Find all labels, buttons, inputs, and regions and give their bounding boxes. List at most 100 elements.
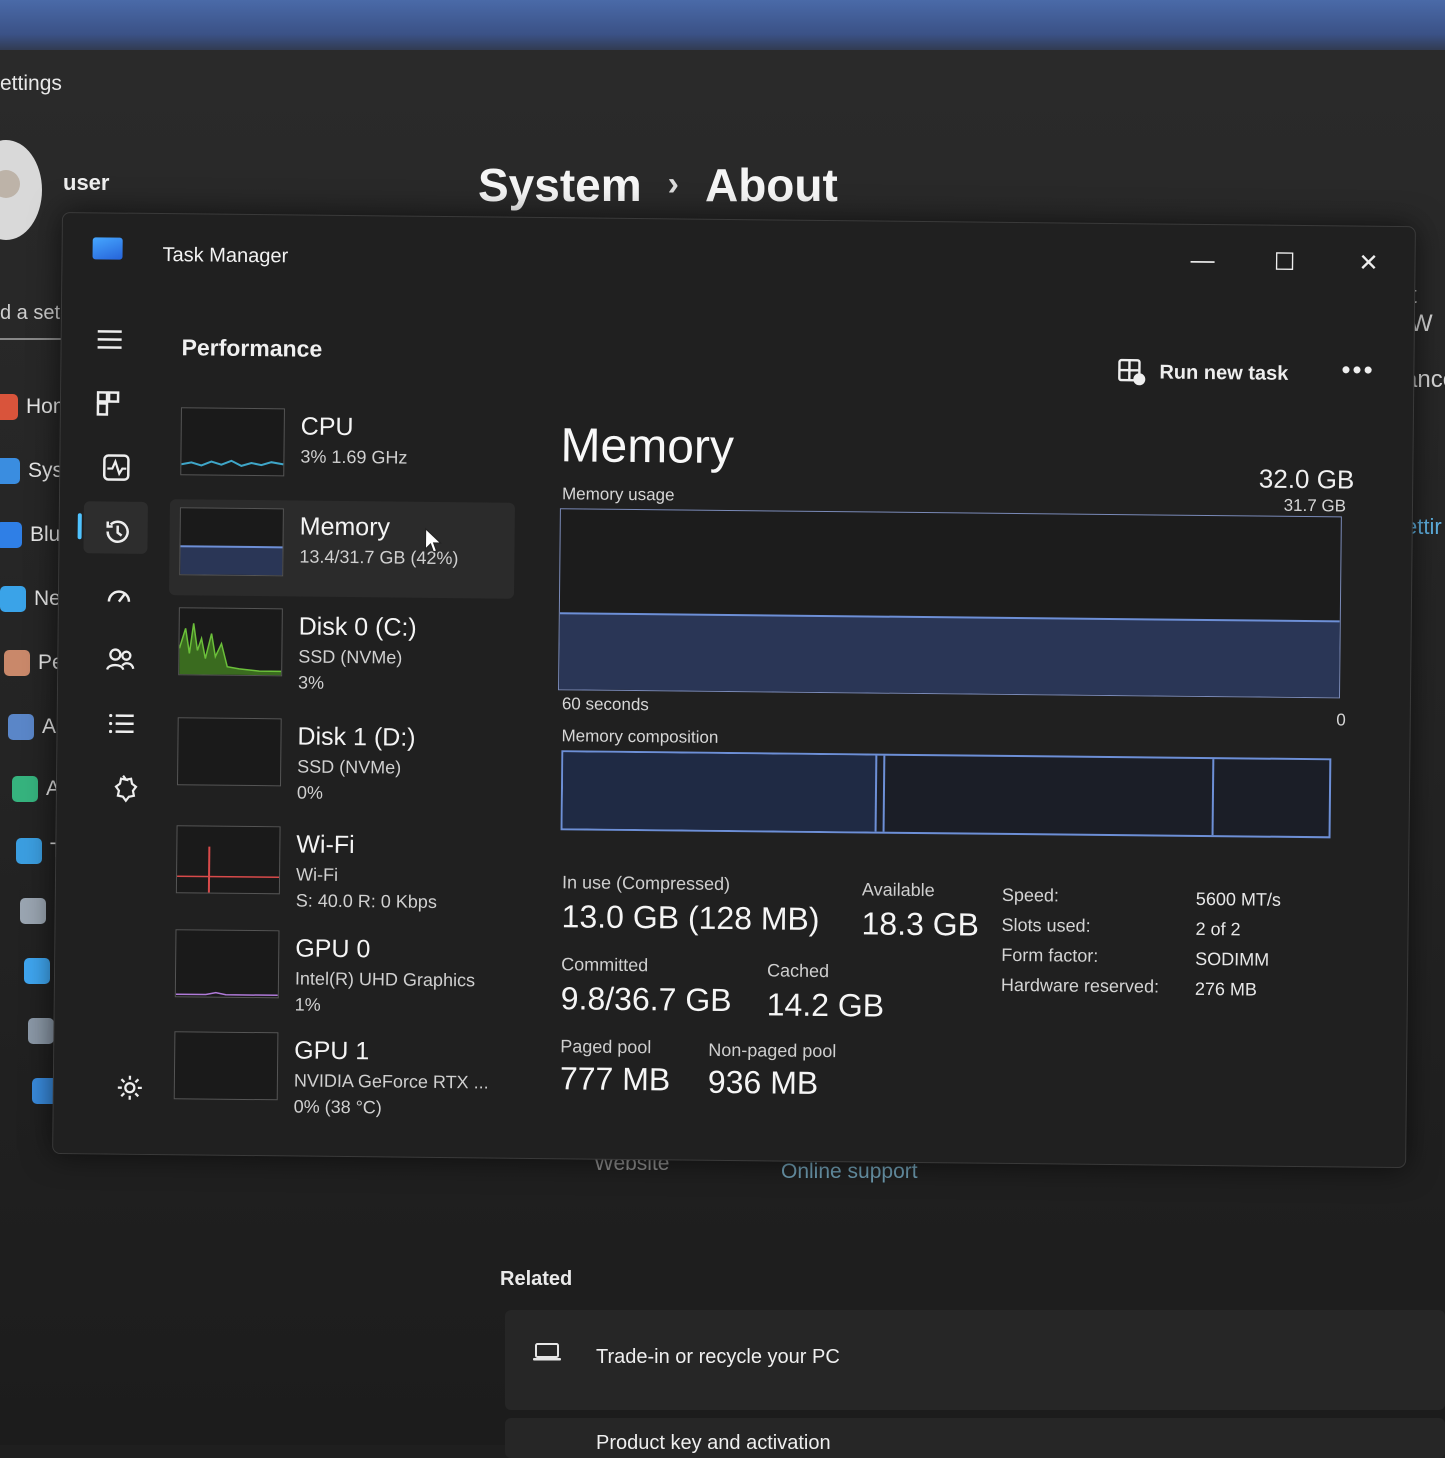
online-support-link[interactable]: Online support <box>781 1160 918 1184</box>
device-name: GPU 0 <box>295 934 370 964</box>
gpu0-mini-graph <box>175 929 280 998</box>
spec-speed-label: Speed: <box>1002 885 1059 907</box>
spec-speed-value: 5600 MT/s <box>1196 889 1281 911</box>
memory-usage-label: Memory usage <box>562 484 675 505</box>
available-label: Available <box>862 879 935 901</box>
maximize-button[interactable]: ☐ <box>1262 248 1306 284</box>
minimize-button[interactable]: — <box>1180 247 1224 283</box>
settings-title: ettings <box>0 72 62 96</box>
nav-item-icon <box>0 586 26 612</box>
app-history-icon[interactable] <box>99 513 135 549</box>
title-bar[interactable]: Task Manager — ☐ ✕ <box>62 213 1415 287</box>
device-item-wifi[interactable]: Wi-Fi Wi-Fi S: 40.0 R: 0 Kbps <box>166 817 512 917</box>
device-usage: 1% <box>295 994 321 1015</box>
details-icon[interactable] <box>103 705 139 741</box>
composition-segment[interactable] <box>885 756 1215 835</box>
device-detail: NVIDIA GeForce RTX ... <box>294 1070 489 1093</box>
memory-heading: Memory <box>560 418 734 475</box>
device-item-gpu0[interactable]: GPU 0 Intel(R) UHD Graphics 1% <box>165 921 511 1021</box>
device-throughput: S: 40.0 R: 0 Kbps <box>296 890 437 912</box>
window-title: Task Manager <box>162 244 288 268</box>
device-detail: Wi-Fi <box>296 864 338 885</box>
nav-item-icon <box>20 898 46 924</box>
device-item-gpu1[interactable]: GPU 1 NVIDIA GeForce RTX ... 0% (38 °C) <box>164 1023 510 1123</box>
in-use-label: In use (Compressed) <box>562 872 730 895</box>
device-name: CPU <box>301 413 354 443</box>
device-usage: 0% <box>297 782 323 803</box>
navigation-rail <box>53 273 162 1154</box>
nav-item-icon <box>0 394 18 420</box>
device-name: Wi-Fi <box>296 830 355 860</box>
device-detail: SSD (NVMe) <box>298 647 402 669</box>
committed-label: Committed <box>561 954 648 976</box>
composition-segment[interactable] <box>563 752 878 831</box>
composition-segment[interactable] <box>1214 759 1328 836</box>
memory-total: 32.0 GB <box>1259 464 1355 496</box>
trade-in-label: Trade-in or recycle your PC <box>596 1346 840 1369</box>
memory-composition-bar[interactable] <box>561 750 1332 838</box>
non-paged-pool-value: 936 MB <box>708 1064 819 1102</box>
device-item-cpu[interactable]: CPU 3% 1.69 GHz <box>170 399 516 499</box>
settings-gear-icon[interactable] <box>112 1070 148 1106</box>
user-name: user <box>63 170 109 196</box>
device-detail: SSD (NVMe) <box>297 756 401 778</box>
run-new-task-label: Run new task <box>1159 361 1288 385</box>
spec-slots-value: 2 of 2 <box>1195 919 1240 940</box>
paged-pool-value: 777 MB <box>560 1060 671 1098</box>
more-options-button[interactable]: ••• <box>1341 354 1375 385</box>
disk0-mini-graph <box>178 607 283 676</box>
nav-item-icon <box>0 522 22 548</box>
graph-time-span: 60 seconds <box>562 694 649 715</box>
device-item-memory[interactable]: Memory 13.4/31.7 GB (42%) <box>169 499 515 599</box>
task-manager-logo-icon <box>93 237 123 259</box>
chevron-right-icon: › <box>668 165 679 203</box>
gpu1-mini-graph <box>174 1031 279 1100</box>
cached-value: 14.2 GB <box>767 986 885 1024</box>
search-input[interactable]: d a set <box>0 302 60 325</box>
device-name: GPU 1 <box>294 1036 369 1066</box>
nav-item-icon <box>12 776 38 802</box>
device-name: Memory <box>300 513 391 543</box>
device-detail: Intel(R) UHD Graphics <box>295 968 475 991</box>
related-heading: Related <box>500 1268 572 1291</box>
available-value: 18.3 GB <box>861 905 979 943</box>
breadcrumb-parent[interactable]: System <box>478 159 642 211</box>
page-title: Performance <box>181 334 322 362</box>
spec-slots-label: Slots used: <box>1001 915 1090 937</box>
spec-hw-reserved-value: 276 MB <box>1195 979 1257 1001</box>
spec-form-factor-label: Form factor: <box>1001 945 1098 967</box>
memory-usage-chart <box>559 509 1341 697</box>
nav-item-icon <box>4 650 30 676</box>
device-detail: 3% 1.69 GHz <box>300 447 407 469</box>
device-item-disk1[interactable]: Disk 1 (D:) SSD (NVMe) 0% <box>167 709 513 809</box>
nav-item-icon <box>24 958 50 984</box>
memory-detail-panel: Memory 32.0 GB Memory usage 31.7 GB 60 s… <box>561 408 1361 416</box>
spec-form-factor-value: SODIMM <box>1195 949 1269 971</box>
graph-axis-min: 0 <box>1336 710 1346 730</box>
laptop-icon <box>532 1342 562 1362</box>
startup-apps-icon[interactable] <box>101 577 137 613</box>
memory-usage-graph <box>558 508 1342 698</box>
hamburger-menu-icon[interactable] <box>91 321 127 357</box>
disk1-mini-graph <box>177 717 282 786</box>
services-icon[interactable] <box>105 769 141 805</box>
nav-item-icon <box>0 458 20 484</box>
device-usage: 3% <box>298 672 324 693</box>
breadcrumb-current: About <box>705 159 838 211</box>
paged-pool-label: Paged pool <box>560 1036 651 1058</box>
device-name: Disk 1 (D:) <box>297 722 415 752</box>
task-manager-window[interactable]: Task Manager — ☐ ✕ <box>52 212 1416 1168</box>
processes-icon[interactable] <box>91 385 127 421</box>
device-item-disk0[interactable]: Disk 0 (C:) SSD (NVMe) 3% <box>168 599 514 699</box>
users-icon[interactable] <box>102 641 138 677</box>
rail-selection-indicator <box>78 513 82 539</box>
device-list: CPU 3% 1.69 GHz Memory 13.4/31.7 GB (42%… <box>171 399 521 403</box>
memory-mini-graph <box>179 507 284 576</box>
memory-usage-area <box>559 613 1340 697</box>
performance-icon[interactable] <box>98 449 134 485</box>
product-key-card[interactable]: Product key and activation <box>505 1418 1445 1458</box>
product-key-label: Product key and activation <box>596 1432 831 1455</box>
close-button[interactable]: ✕ <box>1346 248 1390 284</box>
run-task-icon <box>1117 358 1147 386</box>
run-new-task-button[interactable]: Run new task <box>1117 358 1288 388</box>
